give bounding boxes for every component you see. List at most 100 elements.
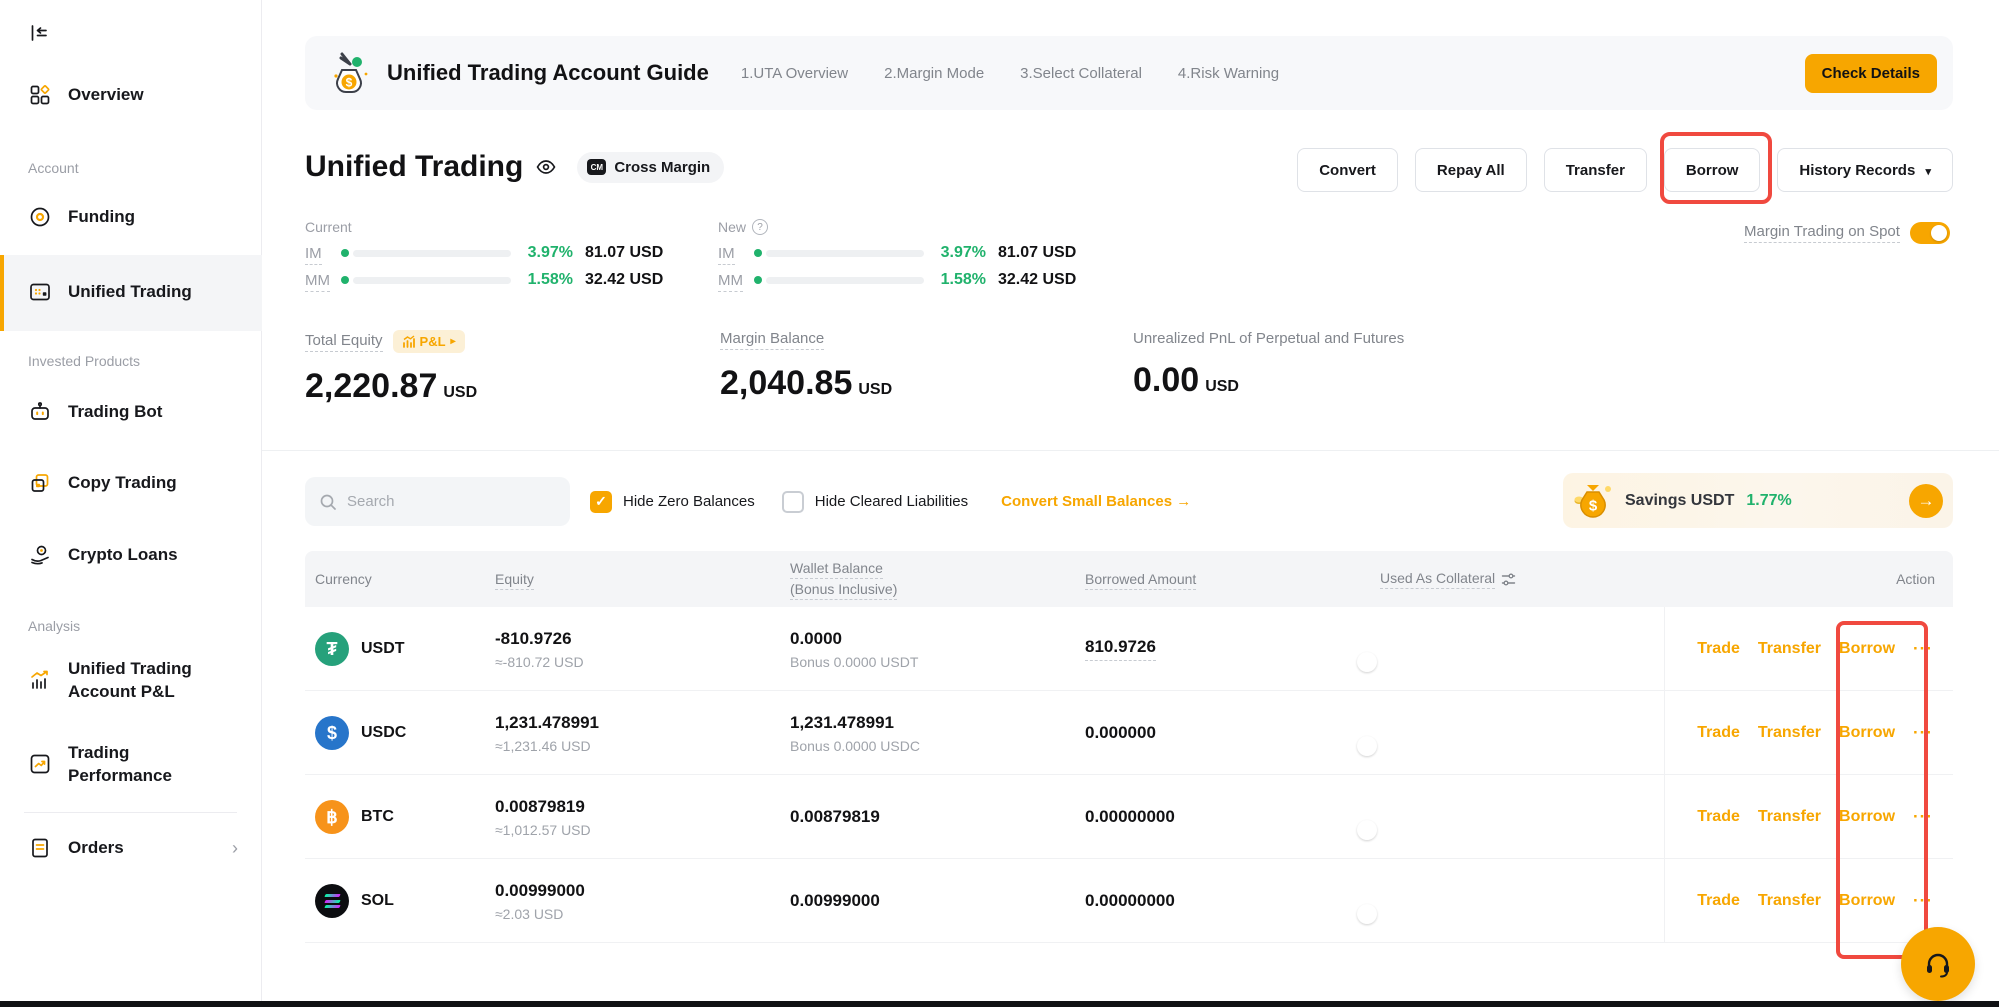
im-label[interactable]: IM <box>305 245 322 265</box>
equity-value: -810.9726 <box>495 629 780 649</box>
margin-trading-on-spot-toggle[interactable] <box>1910 222 1950 244</box>
borrow-button[interactable]: Borrow <box>1664 148 1761 192</box>
sidebar-item-funding[interactable]: Funding <box>0 205 262 229</box>
trade-link[interactable]: Trade <box>1697 724 1740 742</box>
convert-button[interactable]: Convert <box>1297 148 1398 192</box>
asset-table-header: Currency Equity Wallet Balance (Bonus In… <box>305 551 1953 607</box>
sidebar-item-trading-performance[interactable]: Trading Performance <box>0 742 262 788</box>
usdt-coin-icon: ₮ <box>315 632 349 666</box>
transfer-link[interactable]: Transfer <box>1758 724 1821 742</box>
trade-link[interactable]: Trade <box>1697 808 1740 826</box>
headset-icon <box>1919 945 1957 983</box>
search-input[interactable] <box>347 493 556 510</box>
sidebar-item-overview[interactable]: Overview <box>0 83 262 107</box>
more-actions-icon[interactable]: ··· <box>1913 639 1933 659</box>
savings-label: Savings USDT <box>1625 492 1734 510</box>
col-header-borrowed-amount[interactable]: Borrowed Amount <box>1085 571 1196 590</box>
equity-usd: ≈-810.72 USD <box>495 654 780 670</box>
borrow-link[interactable]: Borrow <box>1839 892 1895 910</box>
banner-title: Unified Trading Account Guide <box>387 60 709 86</box>
margin-trading-on-spot-label[interactable]: Margin Trading on Spot <box>1744 223 1900 243</box>
question-circle-icon[interactable]: ? <box>752 219 768 235</box>
collateral-settings-icon[interactable] <box>1501 572 1516 587</box>
sidebar-item-copy-trading[interactable]: Copy Trading <box>0 471 262 495</box>
margin-mode-badge[interactable]: CM Cross Margin <box>577 152 724 183</box>
customer-support-button[interactable] <box>1901 927 1975 1001</box>
banner-step-4[interactable]: 4.Risk Warning <box>1178 65 1279 82</box>
margin-balance-label[interactable]: Margin Balance <box>720 330 824 350</box>
check-details-button[interactable]: Check Details <box>1805 54 1937 93</box>
pnl-badge[interactable]: P&L ▸ <box>393 330 465 353</box>
history-records-button[interactable]: History Records ▾ <box>1777 148 1953 192</box>
col-header-used-as-collateral[interactable]: Used As Collateral <box>1380 570 1495 589</box>
borrow-link[interactable]: Borrow <box>1839 724 1895 742</box>
col-header-equity[interactable]: Equity <box>495 571 534 590</box>
sidebar: Overview Account Funding Unified Trading… <box>0 0 262 1007</box>
hide-cleared-liabilities-checkbox[interactable] <box>782 491 804 513</box>
pnl-chart-icon <box>402 335 415 348</box>
balance-filters: ✓ Hide Zero Balances Hide Cleared Liabil… <box>590 477 1191 526</box>
transfer-link[interactable]: Transfer <box>1758 640 1821 658</box>
banner-step-3[interactable]: 3.Select Collateral <box>1020 65 1142 82</box>
transfer-link[interactable]: Transfer <box>1758 892 1821 910</box>
mm-progress-dot <box>341 276 349 284</box>
funding-icon <box>28 205 52 229</box>
sidebar-item-label: Orders <box>68 838 124 858</box>
chevron-right-icon: › <box>232 838 238 859</box>
sidebar-collapse-button[interactable] <box>0 22 262 44</box>
coin-symbol: BTC <box>361 808 394 826</box>
sidebar-item-crypto-loans[interactable]: Crypto Loans <box>0 543 262 567</box>
borrowed-amount-value: 0.000000 <box>1085 723 1156 742</box>
wallet-bonus: Bonus 0.0000 USDC <box>790 738 1075 754</box>
transfer-link[interactable]: Transfer <box>1758 808 1821 826</box>
total-equity-label[interactable]: Total Equity <box>305 332 383 352</box>
new-mm-row: MM 1.58% 32.42 USD <box>718 271 1076 289</box>
trade-link[interactable]: Trade <box>1697 892 1740 910</box>
banner-step-1[interactable]: 1.UTA Overview <box>741 65 848 82</box>
col-header-wallet-balance[interactable]: Wallet Balance (Bonus Inclusive) <box>790 560 897 600</box>
table-row-usdc: $ USDC 1,231.478991 ≈1,231.46 USD 1,231.… <box>305 691 1953 775</box>
hide-cleared-liabilities-label[interactable]: Hide Cleared Liabilities <box>815 493 968 510</box>
unrealized-pnl-value: 0.00 <box>1133 361 1199 399</box>
sidebar-item-label: Crypto Loans <box>68 545 178 565</box>
mm-usd-value: 32.42 USD <box>585 271 663 289</box>
im-percent: 3.97% <box>924 244 986 262</box>
usdc-coin-icon: $ <box>315 716 349 750</box>
more-actions-icon[interactable]: ··· <box>1913 723 1933 743</box>
borrow-link[interactable]: Borrow <box>1839 640 1895 658</box>
caret-down-icon: ▾ <box>1925 166 1931 178</box>
cross-margin-icon: CM <box>587 159 606 175</box>
margin-balance-stat: Margin Balance 2,040.85USD <box>720 330 892 403</box>
search-box <box>305 477 570 526</box>
im-usd-value: 81.07 USD <box>585 244 663 262</box>
transfer-button[interactable]: Transfer <box>1544 148 1647 192</box>
svg-text:$: $ <box>346 76 353 90</box>
sidebar-item-trading-bot[interactable]: Trading Bot <box>0 400 262 424</box>
trade-link[interactable]: Trade <box>1697 640 1740 658</box>
convert-small-balances-link[interactable]: Convert Small Balances → <box>1001 493 1191 510</box>
savings-go-button[interactable]: → <box>1909 484 1943 518</box>
borrowed-amount-value[interactable]: 810.9726 <box>1085 637 1156 661</box>
sidebar-item-unified-trading[interactable]: Unified Trading <box>0 280 262 304</box>
mm-label[interactable]: MM <box>718 272 743 292</box>
more-actions-icon[interactable]: ··· <box>1913 891 1933 911</box>
im-progress-dot <box>754 249 762 257</box>
overview-grid-icon <box>28 83 52 107</box>
mm-label[interactable]: MM <box>305 272 330 292</box>
sidebar-item-label: Unified Trading <box>68 282 192 302</box>
eye-icon[interactable] <box>535 156 557 178</box>
borrow-link[interactable]: Borrow <box>1839 808 1895 826</box>
unrealized-pnl-unit: USD <box>1205 378 1239 395</box>
im-label[interactable]: IM <box>718 245 735 265</box>
banner-step-2[interactable]: 2.Margin Mode <box>884 65 984 82</box>
repay-all-button[interactable]: Repay All <box>1415 148 1527 192</box>
hide-zero-balances-label[interactable]: Hide Zero Balances <box>623 493 755 510</box>
more-actions-icon[interactable]: ··· <box>1913 807 1933 827</box>
copy-trading-icon <box>28 471 52 495</box>
savings-promo-banner[interactable]: $ Savings USDT 1.77% → <box>1563 473 1953 528</box>
hide-zero-balances-checkbox[interactable]: ✓ <box>590 491 612 513</box>
mm-progress-dot <box>754 276 762 284</box>
sidebar-item-uta-pnl[interactable]: Unified Trading Account P&L <box>0 658 262 704</box>
sidebar-item-orders[interactable]: Orders › <box>0 836 262 860</box>
margin-trading-on-spot-row: Margin Trading on Spot <box>1744 222 1950 244</box>
